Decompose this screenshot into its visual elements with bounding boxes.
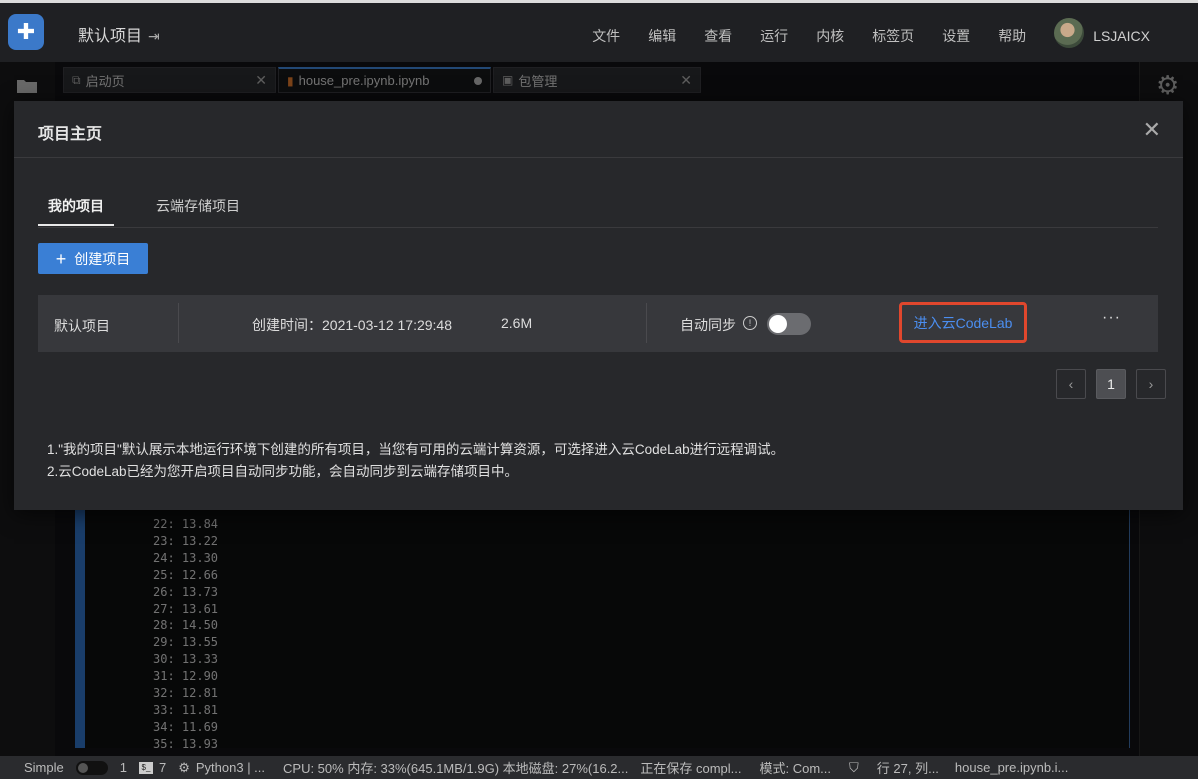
username[interactable]: LSJAICX [1093,28,1150,44]
menu-kernel[interactable]: 内核 [816,26,844,46]
page-1-button[interactable]: 1 [1096,369,1126,399]
count-2[interactable]: 7 [159,760,166,775]
avatar[interactable] [1054,18,1085,48]
menu-settings[interactable]: 设置 [942,26,970,46]
simple-mode-toggle[interactable] [75,761,108,776]
top-header: ✚ 默认项目 ⇥ 文件 编辑 查看 运行 内核 标签页 设置 帮助 LSJAICX [0,0,1198,62]
project-title-text: 默认项目 [78,28,143,45]
menu-run[interactable]: 运行 [760,26,788,46]
simple-mode-label: Simple [12,760,108,776]
project-tabs: 我的项目 云端存储项目 [38,185,1158,228]
prev-page-button[interactable]: ‹ [1056,369,1086,399]
auto-sync-label: 自动同步 [680,317,736,333]
count-1[interactable]: 1 [120,760,127,775]
menu-tabs[interactable]: 标签页 [872,26,914,46]
file-name: house_pre.ipynb.i... [954,760,1069,775]
project-title[interactable]: 默认项目 ⇥ [78,22,160,46]
main-menu: 文件 编辑 查看 运行 内核 标签页 设置 帮助 LSJAICX [592,18,1150,48]
simple-mode-text: Simple [24,759,64,775]
cursor-position[interactable]: 行 27, 列... [877,758,939,777]
create-project-label: 创建项目 [74,250,131,267]
close-icon[interactable]: ✕ [1143,117,1161,143]
create-project-button[interactable]: + 创建项目 [38,243,148,274]
enter-codelab-link[interactable]: 进入云CodeLab [899,302,1027,343]
kernel-status[interactable]: Python3 | ... [196,760,265,775]
resource-usage: CPU: 50% 内存: 33%(645.1MB/1.9G) 本地磁盘: 27%… [283,761,629,776]
pagination: ‹ 1 › [1046,369,1166,399]
tab-my-projects[interactable]: 我的项目 [48,196,104,216]
active-tab-indicator [38,224,114,226]
note-line-2: 2.云CodeLab已经为您开启项目自动同步功能，会自动同步到云端存储项目中。 [47,464,519,479]
note-line-1: 1."我的项目"默认展示本地运行环境下创建的所有项目，当您有可用的云端计算资源，… [47,442,785,457]
cpu-chip-icon: ⚙ [178,759,190,775]
edit-mode[interactable]: 模式: Com... [760,758,832,777]
terminal-icon[interactable]: $_ [138,761,153,774]
menu-file[interactable]: 文件 [592,26,620,46]
project-name: 默认项目 [54,318,110,334]
project-row: 默认项目 创建时间：2021-03-12 17:29:48 2.6M 自动同步 … [38,295,1158,352]
project-created-time: 创建时间：2021-03-12 17:29:48 [252,317,452,333]
divider [646,303,647,343]
plus-icon: + [55,248,67,269]
app-logo-icon[interactable]: ✚ [8,14,44,50]
modal-title: 项目主页 [38,126,103,143]
shield-icon: ⛉ [849,759,859,775]
menu-help[interactable]: 帮助 [998,26,1026,46]
menu-edit[interactable]: 编辑 [648,26,676,46]
divider [178,303,179,343]
project-home-modal: 项目主页 ✕ 我的项目 云端存储项目 + 创建项目 默认项目 创建时间：2021… [14,101,1183,510]
more-options-icon[interactable]: ··· [1102,309,1121,327]
auto-sync-toggle[interactable] [767,313,811,335]
tab-cloud-projects[interactable]: 云端存储项目 [156,196,240,216]
info-icon[interactable]: ! [743,316,757,330]
exit-icon[interactable]: ⇥ [148,28,160,44]
saving-status: 正在保存 compl... [640,761,742,776]
project-size: 2.6M [501,315,533,331]
modal-header: 项目主页 ✕ [14,101,1183,158]
next-page-button[interactable]: › [1136,369,1166,399]
menu-view[interactable]: 查看 [704,26,732,46]
toggle-knob [769,315,787,333]
status-bar: Simple 1 $_ 7 ⚙ Python3 | ... CPU: 50% 内… [0,756,1198,779]
